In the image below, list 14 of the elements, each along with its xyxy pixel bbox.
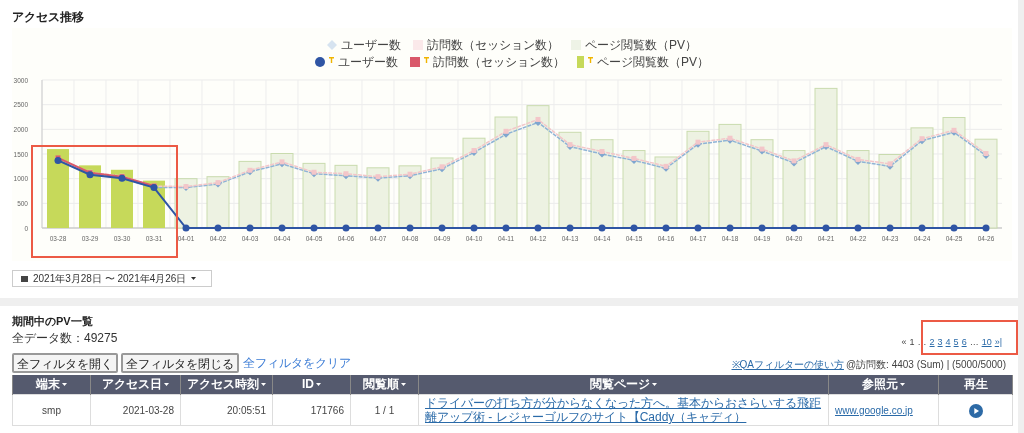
section-title: 期間中のPV一覧 xyxy=(12,314,94,328)
table-cell: 20:05:51 xyxy=(180,394,273,426)
table-cell: 1 / 1 xyxy=(350,394,419,426)
table-cell: smp xyxy=(12,394,91,426)
table-cell: 171766 xyxy=(272,394,351,426)
total-count: 全データ数：49275 xyxy=(12,331,118,345)
table-cell: 2021-03-28 xyxy=(90,394,181,426)
section-title: アクセス推移 xyxy=(12,10,85,25)
page-text: « xyxy=(901,336,907,349)
page-text: … xyxy=(969,336,979,349)
page-text: … xyxy=(917,336,927,349)
column-header: 再生 xyxy=(938,374,1013,395)
page-text: 1 xyxy=(909,336,915,349)
summary-text: @訪問数: 4403 (Sum) | (5000/5000) xyxy=(845,357,1006,372)
